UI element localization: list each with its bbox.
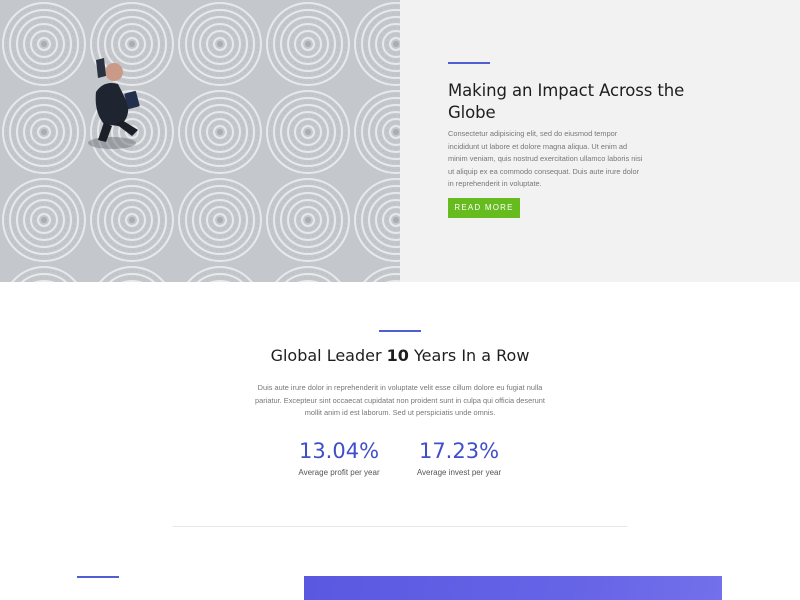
stats-title-number: 10 <box>386 346 409 365</box>
section-divider <box>173 526 627 527</box>
hero-section: Making an Impact Across the Globe Consec… <box>0 0 800 282</box>
stat-value: 17.23% <box>418 439 500 463</box>
accent-line <box>77 576 119 578</box>
stat-label: Average invest per year <box>416 468 502 477</box>
read-more-button[interactable]: READ MORE <box>448 198 520 218</box>
cobblestone-pattern-image <box>0 0 400 282</box>
stats-title: Global Leader 10 Years In a Row <box>0 346 800 365</box>
stats-section: Global Leader 10 Years In a Row Duis aut… <box>0 282 800 532</box>
feature-image <box>304 576 722 600</box>
hero-title: Making an Impact Across the Globe <box>448 81 685 122</box>
accent-line <box>379 330 421 332</box>
accent-line <box>448 62 490 64</box>
hero-description: Consectetur adipisicing elit, sed do eiu… <box>448 129 643 188</box>
hero-content-panel: Making an Impact Across the Globe Consec… <box>400 0 800 282</box>
stats-title-prefix: Global Leader <box>270 346 382 365</box>
next-section <box>0 532 800 600</box>
stats-title-suffix: Years In a Row <box>414 346 530 365</box>
stat-label: Average profit per year <box>298 468 380 477</box>
stat-value: 13.04% <box>298 439 380 463</box>
stat-item: 17.23% Average invest per year <box>389 438 529 477</box>
stat-item: 13.04% Average profit per year <box>269 438 409 477</box>
hero-photo <box>0 0 400 282</box>
stats-description: Duis aute irure dolor in reprehenderit i… <box>255 383 545 417</box>
